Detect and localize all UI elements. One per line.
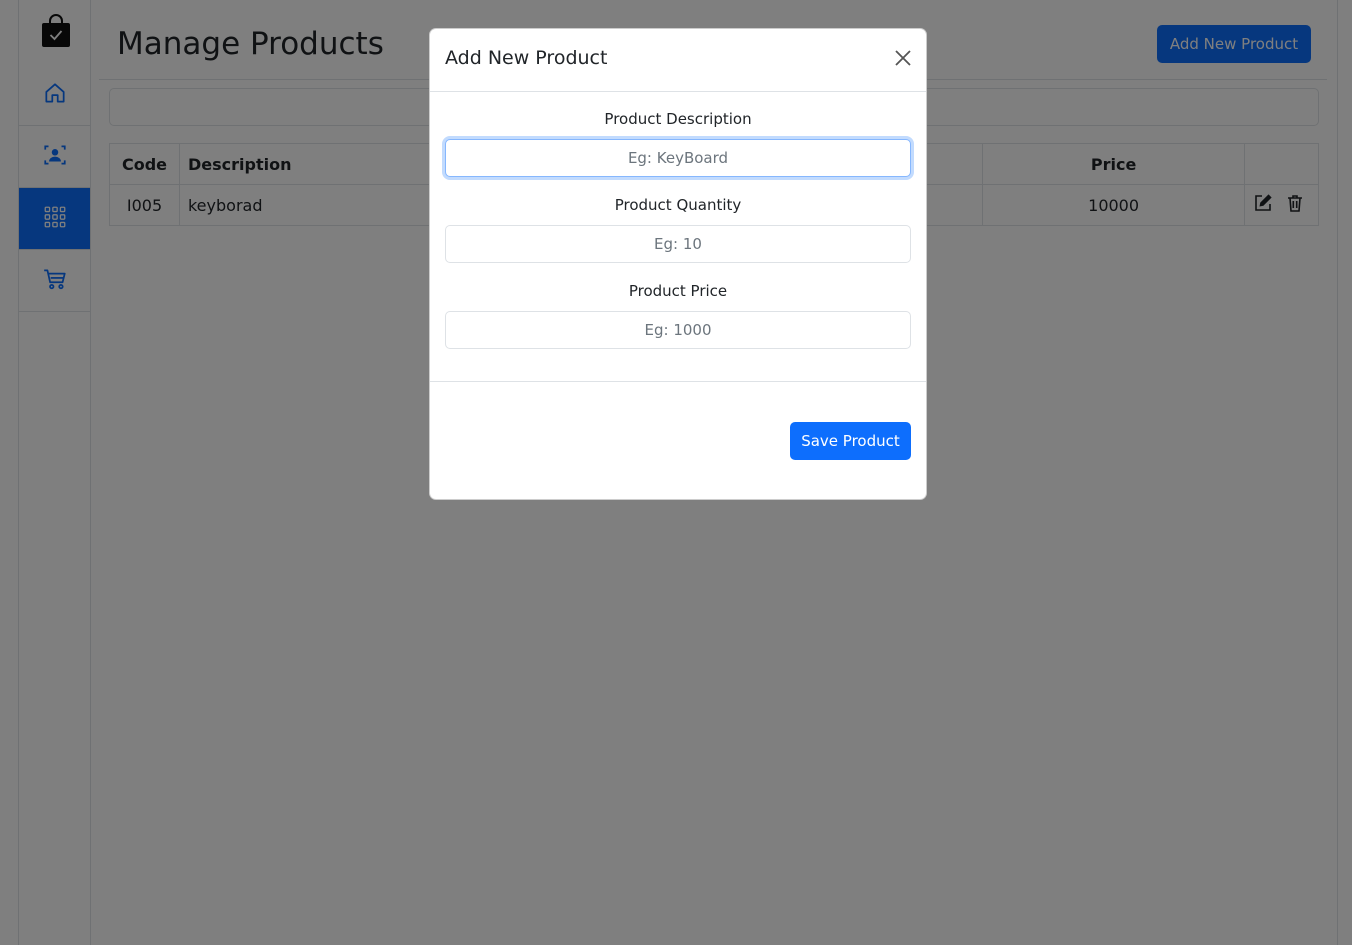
product-quantity-label: Product Quantity bbox=[614, 196, 742, 214]
close-icon bbox=[893, 48, 913, 72]
add-product-modal: Add New Product Product Description Prod… bbox=[429, 28, 927, 500]
modal-footer-divider bbox=[430, 381, 926, 382]
modal-header-divider bbox=[430, 91, 926, 92]
close-button[interactable] bbox=[892, 49, 914, 71]
product-price-input[interactable] bbox=[445, 311, 911, 349]
product-description-input[interactable] bbox=[445, 139, 911, 177]
product-description-label: Product Description bbox=[604, 110, 752, 128]
product-quantity-input[interactable] bbox=[445, 225, 911, 263]
product-price-label: Product Price bbox=[628, 282, 728, 300]
save-product-button[interactable]: Save Product bbox=[790, 422, 911, 460]
modal-title: Add New Product bbox=[445, 47, 608, 69]
